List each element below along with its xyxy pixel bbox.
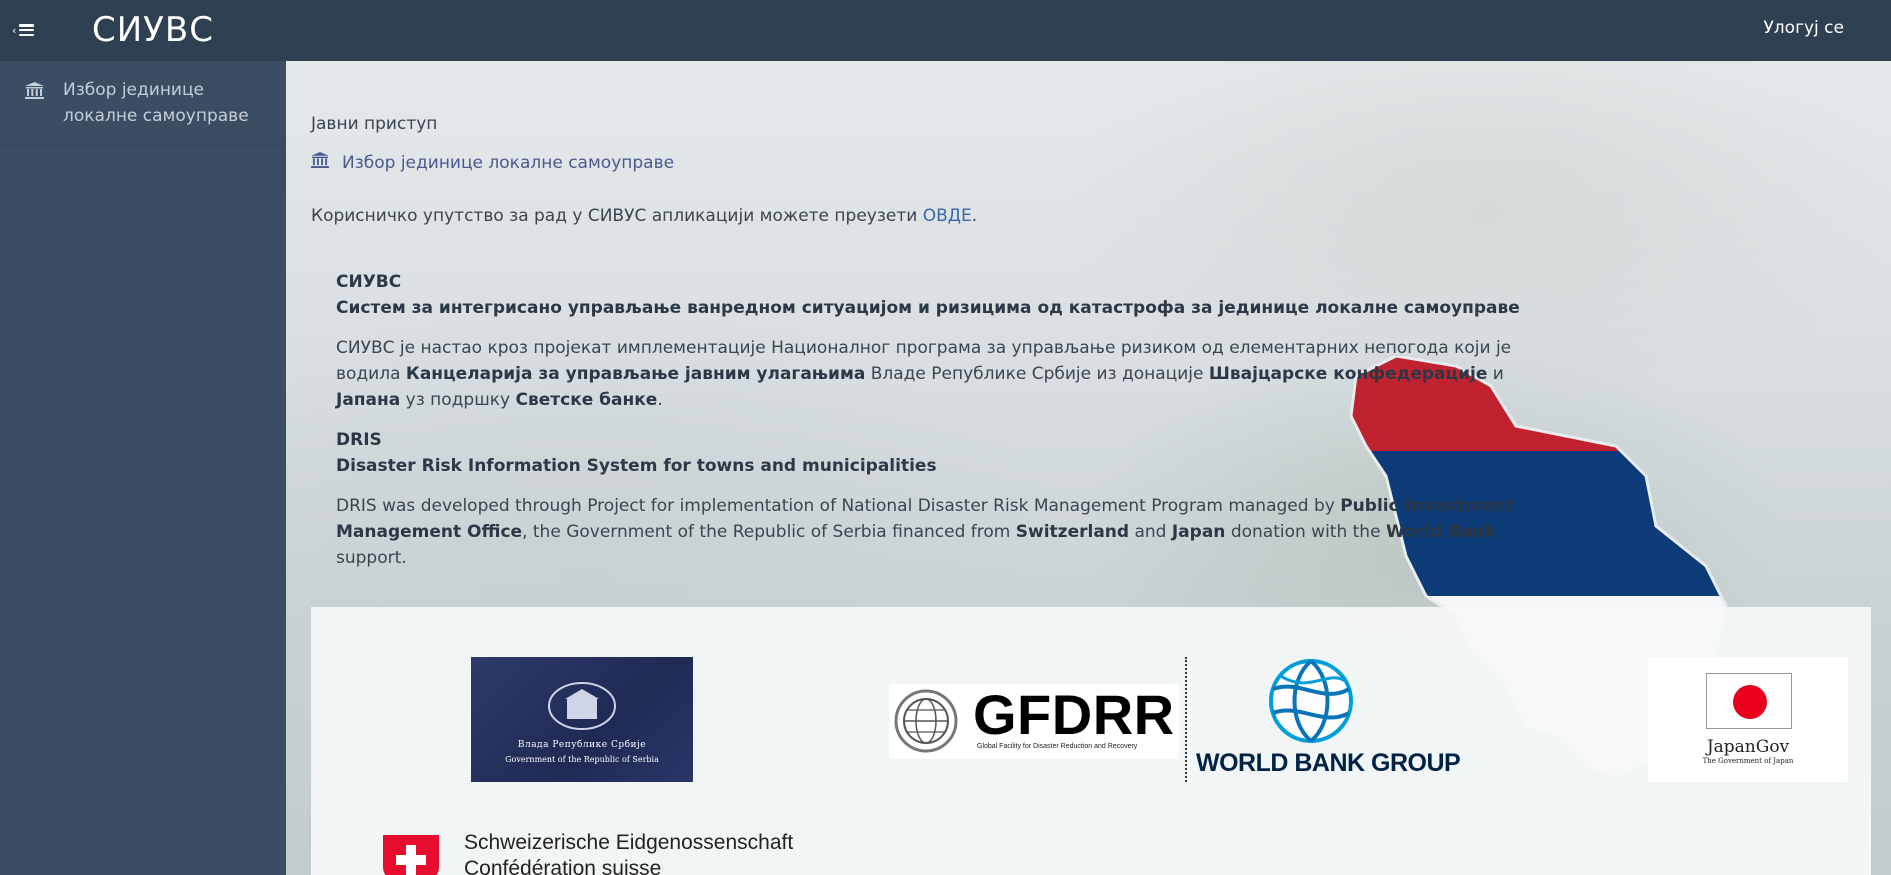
top-navbar: ‹ СИУВС Улогуј се	[0, 0, 1891, 61]
en-text-4: donation with the	[1230, 522, 1381, 542]
world-bank-globe-icon	[1269, 659, 1353, 743]
user-manual-download-link[interactable]: ОВДЕ	[923, 206, 972, 226]
sidebar-toggle-button[interactable]: ‹	[12, 19, 44, 41]
sr-text-4: уз подршку	[405, 390, 511, 410]
japan-flag-icon	[1706, 673, 1792, 729]
serbia-gov-line1: Влада Републике Србије	[517, 740, 647, 750]
partner-logos-panel: Влада Републике Србије Government of the…	[311, 607, 1871, 875]
en-description: DRIS was developed through Project for i…	[336, 493, 1521, 571]
en-title-block: DRIS Disaster Risk Information System fo…	[336, 427, 1521, 479]
sr-bold-3: Јапана	[336, 390, 401, 410]
globe-icon	[894, 689, 958, 753]
en-text-3: and	[1134, 522, 1167, 542]
gfdrr-name: GFDRR	[973, 683, 1175, 746]
sr-acronym: СИУВС	[336, 272, 402, 292]
sr-bold-2: Швајцарске конфедерације	[1208, 364, 1488, 384]
swiss-line2: Confédération suisse	[464, 857, 662, 875]
user-manual-text: Корисничко упутство за рад у СИВУС аплик…	[311, 206, 977, 226]
en-text-5: support.	[336, 548, 407, 568]
en-bold-3: Japan	[1171, 522, 1226, 542]
public-access-heading: Јавни приступ	[311, 114, 438, 134]
login-link[interactable]: Улогуј се	[1763, 18, 1844, 38]
sr-bold-4: Светске банке	[515, 390, 658, 410]
en-bold-2: Switzerland	[1015, 522, 1130, 542]
brand-text: СИУВС	[92, 10, 214, 50]
municipality-link-label: Избор јединице локалне самоуправе	[342, 152, 675, 173]
en-acronym: DRIS	[336, 430, 382, 450]
sr-text-3: и	[1492, 364, 1504, 384]
en-bold-4: World Bank	[1385, 522, 1496, 542]
en-text-2: , the Government of the Republic of Serb…	[522, 522, 1011, 542]
sidebar-item-municipality-select[interactable]: Избор јединице локалне самоуправе	[0, 61, 286, 146]
user-manual-end: .	[971, 206, 978, 226]
municipality-select-link[interactable]: Избор јединице локалне самоуправе	[311, 152, 674, 173]
japan-gov-name: JapanGov	[1706, 737, 1790, 757]
swiss-confederation-logo: Schweizerische Eidgenossenschaft Confédé…	[381, 829, 821, 875]
chevron-left-icon: ‹	[12, 23, 17, 37]
en-text-1: DRIS was developed through Project for i…	[336, 496, 1335, 516]
sidebar-item-label: Избор јединице локалне самоуправе	[63, 80, 249, 126]
sr-bold-1: Канцеларија за управљање јавним улагањим…	[405, 364, 866, 384]
sidebar: Избор јединице локалне самоуправе	[0, 61, 286, 875]
sr-text-5: .	[657, 390, 663, 410]
about-section: СИУВС Систем за интегрисано управљање ва…	[336, 269, 1521, 585]
sr-text-2: Владе Републике Србије из донације	[870, 364, 1204, 384]
institution-icon	[311, 152, 330, 173]
sr-description: СИУВС је настао кроз пројекат имплемента…	[336, 335, 1521, 413]
swiss-shield-icon	[383, 835, 439, 875]
japan-gov-logo: JapanGov The Government of Japan	[1648, 657, 1848, 782]
government-building-icon	[548, 682, 616, 730]
swiss-line1: Schweizerische Eidgenossenschaft	[464, 831, 794, 854]
hamburger-icon	[19, 24, 35, 36]
gfdrr-subtitle: Global Facility for Disaster Reduction a…	[977, 743, 1138, 750]
institution-icon	[25, 81, 45, 129]
en-full-name: Disaster Risk Information System for tow…	[336, 456, 937, 476]
japan-gov-subtitle: The Government of Japan	[1702, 757, 1794, 765]
world-bank-name: WORLD BANK GROUP	[1196, 749, 1461, 777]
sr-full-name: Систем за интегрисано управљање ванредно…	[336, 298, 1520, 318]
sr-title-block: СИУВС Систем за интегрисано управљање ва…	[336, 269, 1521, 321]
logo-divider	[1185, 657, 1187, 782]
main-content: Јавни приступ Избор јединице локалне сам…	[286, 61, 1891, 875]
serbia-gov-line2: Government of the Republic of Serbia	[505, 755, 659, 764]
user-manual-label: Корисничко упутство за рад у СИВУС аплик…	[311, 206, 918, 226]
gfdrr-logo: GFDRR Global Facility for Disaster Reduc…	[889, 683, 1179, 759]
world-bank-logo: WORLD BANK GROUP	[1196, 659, 1461, 789]
serbia-government-logo: Влада Републике Србије Government of the…	[471, 657, 693, 782]
app-logo[interactable]: СИУВС	[92, 10, 214, 50]
